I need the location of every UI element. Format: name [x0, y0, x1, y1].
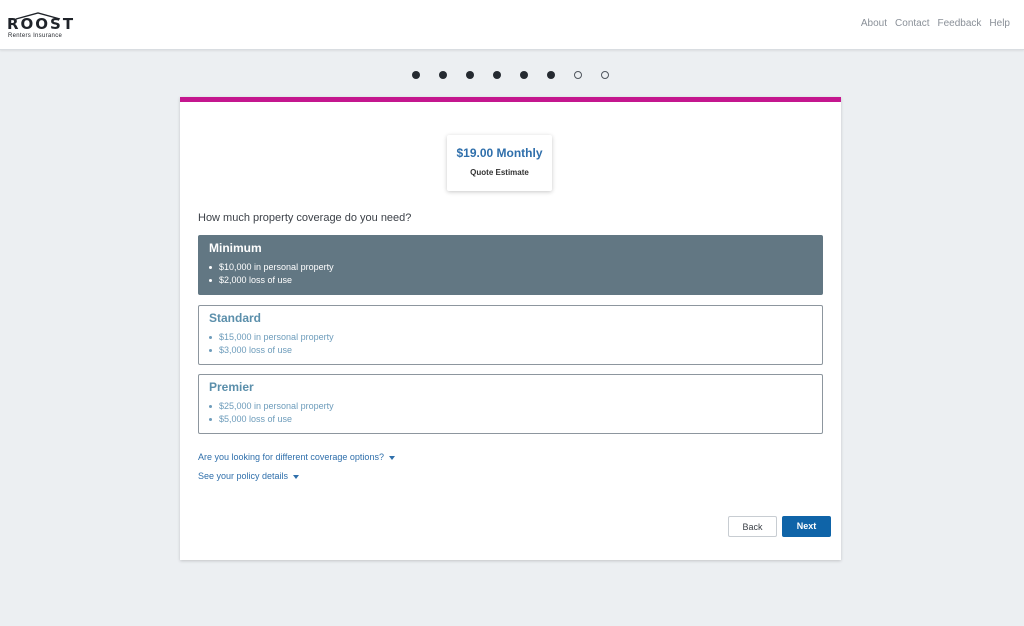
- top-header: ROOST Renters Insurance About Contact Fe…: [0, 0, 1024, 50]
- step-dot-8: [601, 71, 609, 79]
- logo-subtitle: Renters Insurance: [8, 33, 63, 39]
- option-title: Standard: [209, 311, 262, 325]
- step-dot-3: [466, 71, 474, 79]
- caret-down-icon: [388, 455, 395, 460]
- option-detail-item: $10,000 in personal property: [209, 262, 334, 272]
- option-detail-item: $5,000 loss of use: [209, 413, 334, 426]
- option-detail-item: $2,000 loss of use: [209, 274, 334, 287]
- option-detail-item: $3,000 loss of use: [209, 344, 334, 357]
- option-detail-item: $25,000 in personal property: [209, 401, 334, 411]
- step-dot-6: [547, 71, 555, 79]
- option-minimum[interactable]: Minimum $10,000 in personal property $2,…: [198, 235, 823, 295]
- policy-details-label: See your policy details: [198, 471, 289, 481]
- nav-feedback-link[interactable]: Feedback: [938, 18, 982, 29]
- different-coverage-toggle[interactable]: Are you looking for different coverage o…: [198, 452, 395, 462]
- step-dot-1: [412, 71, 420, 79]
- nav-help-link[interactable]: Help: [989, 18, 1010, 29]
- option-title: Minimum: [209, 241, 262, 255]
- nav-contact-link[interactable]: Contact: [895, 18, 929, 29]
- back-button[interactable]: Back: [728, 516, 777, 537]
- top-nav: About Contact Feedback Help: [861, 18, 1010, 29]
- next-button[interactable]: Next: [782, 516, 831, 537]
- caret-down-icon: [293, 474, 300, 479]
- policy-details-toggle[interactable]: See your policy details: [198, 471, 300, 481]
- coverage-card: $19.00 Monthly Quote Estimate How much p…: [180, 97, 841, 560]
- coverage-question: How much property coverage do you need?: [198, 212, 412, 224]
- option-details: $15,000 in personal property $3,000 loss…: [209, 331, 334, 357]
- quote-price: $19.00 Monthly: [456, 146, 543, 160]
- step-dot-2: [439, 71, 447, 79]
- option-details: $10,000 in personal property $2,000 loss…: [209, 261, 334, 287]
- step-dot-4: [493, 71, 501, 79]
- option-details: $25,000 in personal property $5,000 loss…: [209, 400, 334, 426]
- step-dot-5: [520, 71, 528, 79]
- step-dot-7: [574, 71, 582, 79]
- option-detail-item: $15,000 in personal property: [209, 332, 334, 342]
- option-premier[interactable]: Premier $25,000 in personal property $5,…: [198, 374, 823, 434]
- roost-logo[interactable]: ROOST Renters Insurance: [7, 9, 73, 41]
- progress-steps: [412, 71, 609, 79]
- different-coverage-label: Are you looking for different coverage o…: [198, 452, 384, 462]
- option-title: Premier: [209, 380, 254, 394]
- quote-estimate-box: $19.00 Monthly Quote Estimate: [447, 135, 552, 191]
- logo-text: ROOST: [7, 15, 76, 33]
- nav-about-link[interactable]: About: [861, 18, 887, 29]
- option-standard[interactable]: Standard $15,000 in personal property $3…: [198, 305, 823, 365]
- quote-label: Quote Estimate: [470, 168, 529, 177]
